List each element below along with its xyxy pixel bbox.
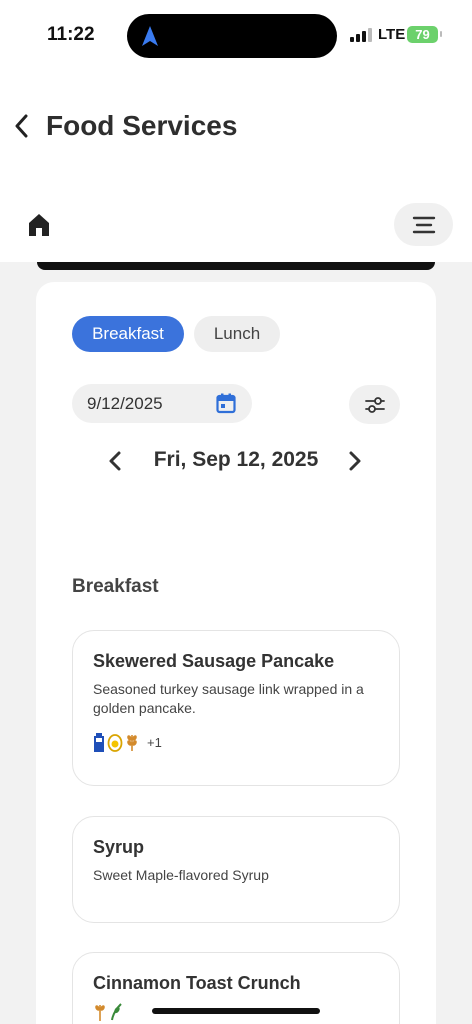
next-day-button[interactable] [346, 450, 364, 477]
menu-item-description: Seasoned turkey sausage link wrapped in … [93, 681, 364, 716]
menu-item[interactable]: Syrup Sweet Maple-flavored Syrup [72, 816, 400, 923]
status-time: 11:22 [47, 24, 95, 45]
current-day-label: Fri, Sep 12, 2025 [153, 448, 319, 471]
allergen-list: +1 [93, 732, 379, 752]
wheat-icon [127, 735, 137, 751]
status-bar: 11:22 LTE 79 [0, 0, 472, 70]
dynamic-island [127, 14, 337, 58]
menu-item-name: Cinnamon Toast Crunch [93, 973, 301, 993]
home-indicator [152, 1008, 320, 1014]
signal-icon [350, 28, 372, 42]
tab-lunch[interactable]: Lunch [194, 316, 280, 352]
date-value: 9/12/2025 [87, 393, 163, 413]
date-picker-field[interactable]: 9/12/2025 [72, 384, 252, 423]
wheat-icon [95, 1005, 105, 1021]
soy-icon [111, 1003, 122, 1021]
banner-image-edge [37, 262, 435, 270]
menu-item-name: Syrup [93, 837, 145, 857]
location-arrow-icon [142, 26, 158, 46]
filter-button[interactable] [349, 385, 400, 424]
section-title: Breakfast [72, 576, 159, 597]
battery-icon: 79 [407, 26, 442, 43]
milk-icon [94, 733, 104, 752]
home-icon [29, 214, 49, 236]
menu-item-name: Skewered Sausage Pancake [93, 651, 335, 671]
more-allergens-count: +1 [147, 734, 162, 750]
app-header: Food Services [0, 70, 472, 262]
sliders-icon [364, 396, 385, 413]
menu-item-description: Sweet Maple-flavored Syrup [93, 867, 269, 883]
chevron-left-icon [15, 114, 28, 138]
menu-card: Breakfast Lunch 9/12/2025 Fri, Sep 12, 2… [36, 282, 436, 1024]
page-title: Food Services [46, 110, 238, 141]
back-button[interactable] [10, 112, 34, 140]
egg-icon [107, 734, 123, 752]
chevron-right-icon [349, 451, 361, 471]
menu-icon [412, 216, 435, 233]
calendar-icon [216, 393, 236, 414]
day-navigation: Fri, Sep 12, 2025 [36, 444, 436, 478]
network-label: LTE [378, 26, 406, 43]
home-button[interactable] [27, 212, 51, 238]
menu-button[interactable] [394, 203, 453, 246]
tab-breakfast[interactable]: Breakfast [72, 316, 184, 352]
menu-item[interactable]: Skewered Sausage Pancake Seasoned turkey… [72, 630, 400, 786]
